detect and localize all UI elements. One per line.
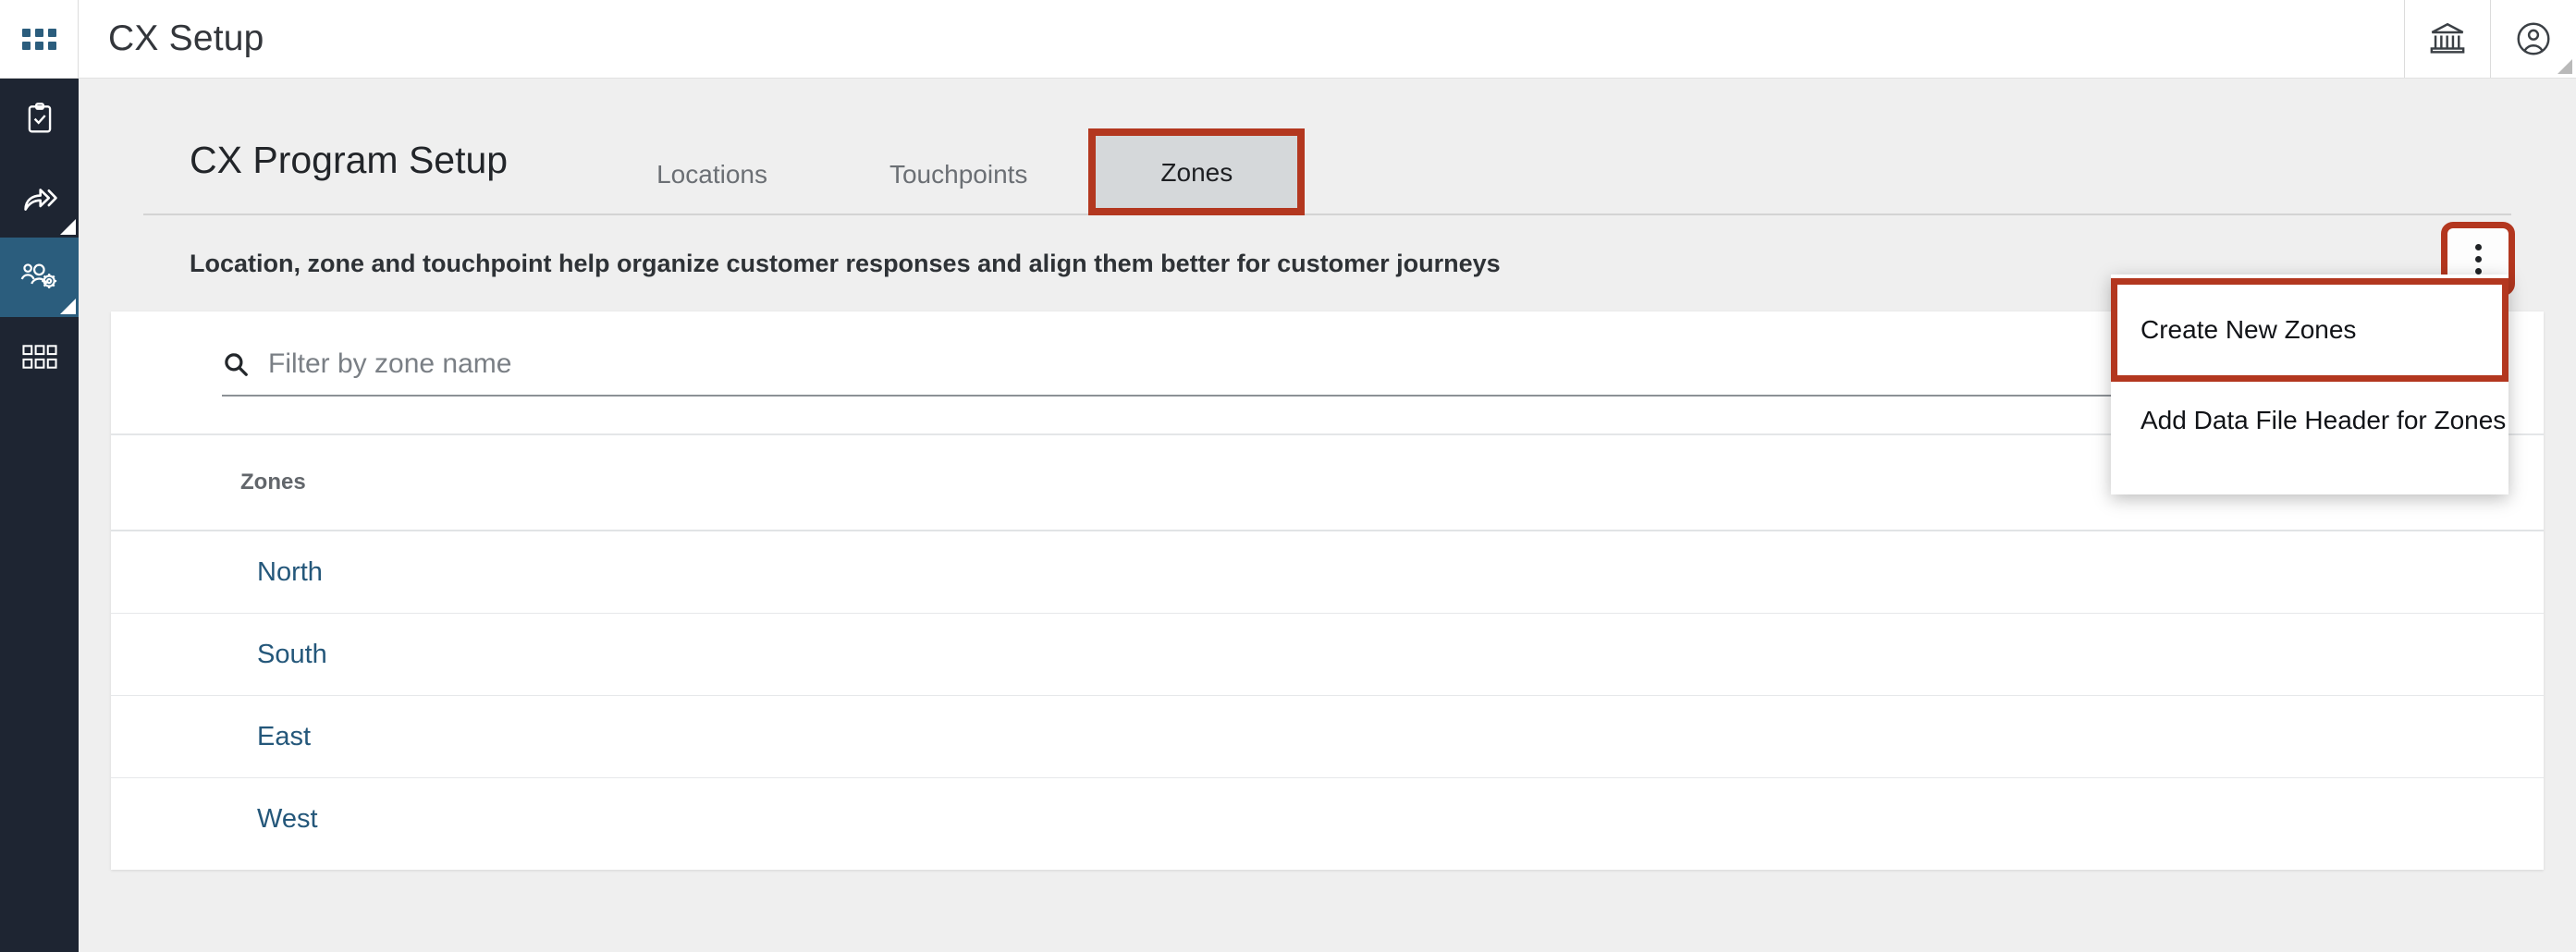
grid-squares-icon [21, 344, 57, 370]
sidebar-expander-icon[interactable] [60, 299, 76, 314]
tab-locations[interactable]: Locations [595, 136, 828, 215]
clipboard-check-icon [22, 101, 57, 136]
filter-field[interactable] [222, 348, 2433, 397]
resize-corner-icon [2558, 59, 2572, 74]
sidebar-item-distribution[interactable] [0, 158, 79, 238]
zone-link[interactable]: West [257, 804, 318, 835]
page-content: CX Program Setup Locations Touchpoints Z… [79, 79, 2576, 952]
tab-touchpoints[interactable]: Touchpoints [828, 136, 1088, 215]
column-header-zones: Zones [240, 470, 306, 494]
zone-link[interactable]: South [257, 640, 327, 670]
menu-item-create-new-zones[interactable]: Create New Zones [2111, 278, 2509, 382]
page-description: Location, zone and touchpoint help organ… [190, 249, 1501, 277]
search-input[interactable] [268, 348, 2433, 380]
app-title: CX Setup [108, 18, 264, 58]
page-title: CX Program Setup [190, 139, 509, 181]
table-row[interactable]: South [111, 614, 2544, 696]
users-gear-icon [19, 259, 60, 296]
page-header: CX Program Setup Locations Touchpoints Z… [111, 79, 2544, 215]
share-arrow-icon [20, 178, 59, 217]
search-icon [222, 350, 250, 378]
overflow-menu-dropdown: Create New Zones Add Data File Header fo… [2111, 275, 2509, 494]
user-account-icon [2514, 19, 2553, 58]
kebab-vertical-icon [2474, 243, 2482, 275]
top-bar: CX Setup [0, 0, 2576, 79]
organization-button[interactable] [2404, 0, 2490, 78]
bank-icon [2428, 19, 2467, 58]
grid-dots-icon [21, 28, 56, 50]
table-row[interactable]: West [111, 778, 2544, 860]
table-row[interactable]: North [111, 531, 2544, 614]
zone-link[interactable]: North [257, 557, 323, 588]
tab-bar: Locations Touchpoints Zones [595, 128, 1306, 215]
sidebar-item-cx-setup[interactable] [0, 238, 79, 317]
table-row[interactable]: East [111, 696, 2544, 778]
sidebar-item-surveys[interactable] [0, 79, 79, 158]
account-button[interactable] [2490, 0, 2576, 78]
zone-link[interactable]: East [257, 722, 311, 752]
menu-item-add-data-file-header[interactable]: Add Data File Header for Zones [2111, 382, 2509, 459]
sidebar-expander-icon[interactable] [60, 219, 76, 235]
sidebar-item-apps[interactable] [0, 317, 79, 397]
tab-zones[interactable]: Zones [1088, 128, 1306, 215]
left-sidebar [0, 79, 79, 952]
app-launcher-button[interactable] [0, 0, 79, 78]
subtitle-row: Location, zone and touchpoint help organ… [111, 215, 2544, 494]
